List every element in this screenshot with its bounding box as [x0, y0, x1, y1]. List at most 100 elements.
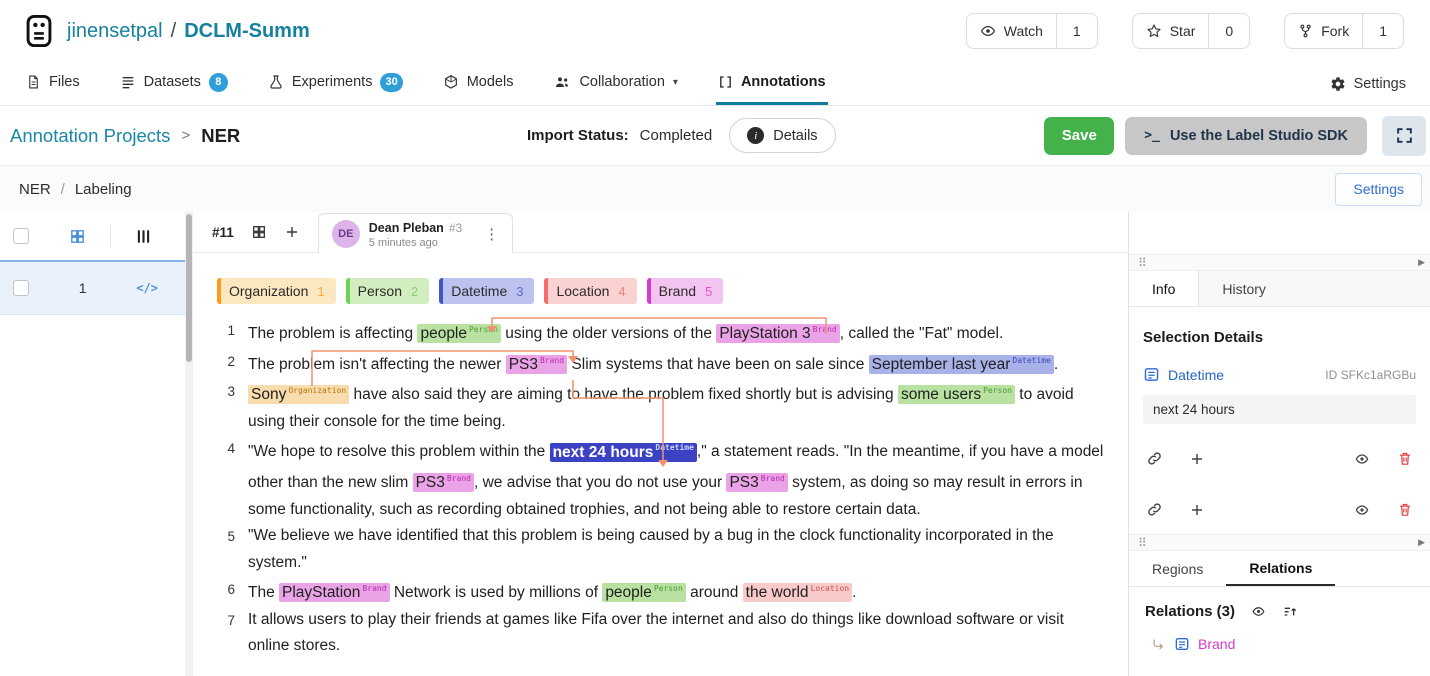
tab-settings[interactable]: Settings — [1330, 62, 1406, 105]
select-all-checkbox[interactable] — [13, 228, 29, 244]
tab-experiments[interactable]: Experiments 30 — [266, 62, 405, 105]
add-meta-icon[interactable] — [1189, 451, 1205, 467]
import-status-value: Completed — [640, 127, 713, 144]
entity-region-brand[interactable]: PS3Brand — [413, 473, 474, 492]
document-line: 6The PlayStationBrand Network is used by… — [217, 576, 1114, 607]
add-annotation-icon[interactable] — [284, 224, 300, 240]
watch-button[interactable]: Watch — [967, 14, 1056, 48]
annotation-toolbar: #11 DE Dean Pleban#3 5 minutes ago ⋮ — [193, 212, 1128, 253]
task-id: 1 — [29, 280, 136, 296]
fork-label: Fork — [1321, 23, 1349, 39]
toggle-relations-visibility-icon[interactable] — [1250, 604, 1267, 619]
kebab-menu-icon[interactable]: ⋮ — [484, 225, 499, 243]
selected-region-row[interactable]: Datetime ID SFKc1aRGBu — [1143, 366, 1416, 383]
link-icon[interactable] — [1146, 450, 1163, 467]
annotation-time: 5 minutes ago — [369, 237, 462, 249]
avatar: DE — [332, 220, 360, 248]
watch-button-group: Watch 1 — [966, 13, 1098, 49]
task-row[interactable]: 1 </> — [0, 260, 185, 315]
ls-settings-button[interactable]: Settings — [1335, 173, 1422, 206]
tab-relations[interactable]: Relations — [1226, 551, 1335, 586]
ls-project-name[interactable]: NER — [19, 181, 51, 198]
task-list-toolbar — [0, 212, 185, 260]
region-icon — [1174, 636, 1190, 652]
tab-annotations[interactable]: Annotations — [716, 62, 828, 105]
visibility-icon[interactable] — [1353, 451, 1371, 467]
tab-files[interactable]: Files — [24, 62, 82, 105]
workspace: 1 </> #11 DE Dean Pleban#3 5 minutes ago… — [0, 212, 1430, 676]
entity-region-brand[interactable]: PlayStation 3Brand — [716, 324, 839, 343]
delete-region-icon[interactable] — [1397, 450, 1413, 467]
vertical-scrollbar[interactable] — [185, 212, 193, 676]
save-button[interactable]: Save — [1044, 117, 1114, 155]
entity-label-text: Brand — [659, 283, 696, 299]
drag-dots-icon: ⠿ — [1138, 256, 1147, 270]
watch-count[interactable]: 1 — [1056, 14, 1097, 48]
entity-region-brand[interactable]: PS3Brand — [506, 355, 567, 374]
add-meta-icon[interactable] — [1189, 502, 1205, 518]
relation-item[interactable]: Brand — [1129, 620, 1430, 652]
annotation-tab[interactable]: DE Dean Pleban#3 5 minutes ago ⋮ — [318, 213, 513, 253]
panel-drag-handle[interactable]: ⠿ ▶ — [1129, 534, 1430, 551]
fork-count[interactable]: 1 — [1362, 14, 1403, 48]
entity-region-datetime[interactable]: September last yearDatetime — [869, 355, 1054, 374]
entity-label-brand[interactable]: Brand5 — [647, 278, 724, 304]
line-number: 4 — [217, 435, 235, 523]
relation-region-type: Brand — [1198, 636, 1235, 652]
tab-history[interactable]: History — [1199, 271, 1289, 306]
info-icon: i — [747, 127, 764, 144]
entity-tag-label: Organization — [288, 386, 346, 395]
entity-label-text: Datetime — [451, 283, 507, 299]
link-icon[interactable] — [1146, 501, 1163, 518]
columns-icon[interactable] — [135, 228, 152, 245]
repo-owner-link[interactable]: jinensetpal — [67, 20, 163, 43]
scrollbar-thumb[interactable] — [186, 214, 192, 362]
tab-collaboration[interactable]: Collaboration ▾ — [551, 62, 679, 105]
datasets-icon — [120, 74, 136, 90]
star-button[interactable]: Star — [1133, 14, 1209, 48]
fullscreen-button[interactable] — [1382, 116, 1426, 156]
entity-region-person[interactable]: peoplePerson — [417, 324, 500, 343]
region-type-label[interactable]: Datetime — [1168, 367, 1224, 383]
entity-region-person[interactable]: some usersPerson — [898, 385, 1015, 404]
breadcrumb-annotation-projects[interactable]: Annotation Projects — [10, 125, 170, 147]
code-icon[interactable]: </> — [136, 281, 158, 295]
grid-view-icon[interactable] — [69, 228, 86, 245]
entity-label-person[interactable]: Person2 — [346, 278, 430, 304]
entity-region-datetime[interactable]: next 24 hoursDatetime — [550, 443, 697, 462]
repo-header: jinensetpal / DCLM-Summ Watch 1 Star 0 — [0, 0, 1430, 62]
panel-drag-handle[interactable]: ⠿ ▶ — [1129, 254, 1430, 271]
star-count[interactable]: 0 — [1208, 14, 1249, 48]
visibility-icon[interactable] — [1353, 502, 1371, 518]
entity-label-datetime[interactable]: Datetime3 — [439, 278, 534, 304]
import-status-label: Import Status: — [527, 127, 629, 144]
entity-region-brand[interactable]: PlayStationBrand — [279, 583, 390, 602]
document-text: 1The problem is affecting peoplePerson u… — [193, 304, 1128, 660]
repo-name-link[interactable]: DCLM-Summ — [184, 20, 310, 43]
task-checkbox[interactable] — [13, 280, 29, 296]
entity-region-brand[interactable]: PS3Brand — [726, 473, 787, 492]
line-number: 1 — [217, 317, 235, 348]
details-button[interactable]: i Details — [729, 118, 835, 153]
entity-region-organization[interactable]: SonyOrganization — [248, 385, 349, 404]
grid-icon[interactable] — [251, 224, 267, 240]
entity-label-location[interactable]: Location4 — [544, 278, 636, 304]
ls-breadcrumb-separator: / — [61, 181, 65, 198]
tab-datasets[interactable]: Datasets 8 — [118, 62, 230, 105]
tab-models[interactable]: Models — [441, 62, 516, 105]
sort-relations-icon[interactable] — [1282, 604, 1298, 620]
label-studio-sdk-button[interactable]: >_ Use the Label Studio SDK — [1125, 117, 1367, 155]
collapse-panel-icon[interactable]: ▶ — [1418, 257, 1425, 268]
entity-region-person[interactable]: peoplePerson — [602, 583, 685, 602]
entity-tag-label: Brand — [761, 474, 785, 483]
entity-label-organization[interactable]: Organization1 — [217, 278, 336, 304]
region-value: next 24 hours — [1143, 395, 1416, 424]
entity-region-location[interactable]: the worldLocation — [743, 583, 852, 602]
caret-down-icon: ▾ — [673, 77, 678, 88]
delete-region-icon[interactable] — [1397, 501, 1413, 518]
repo-separator: / — [171, 20, 177, 43]
tab-regions[interactable]: Regions — [1129, 551, 1226, 586]
collapse-panel-icon[interactable]: ▶ — [1418, 537, 1425, 548]
tab-info[interactable]: Info — [1129, 271, 1199, 306]
fork-button[interactable]: Fork — [1285, 14, 1362, 48]
